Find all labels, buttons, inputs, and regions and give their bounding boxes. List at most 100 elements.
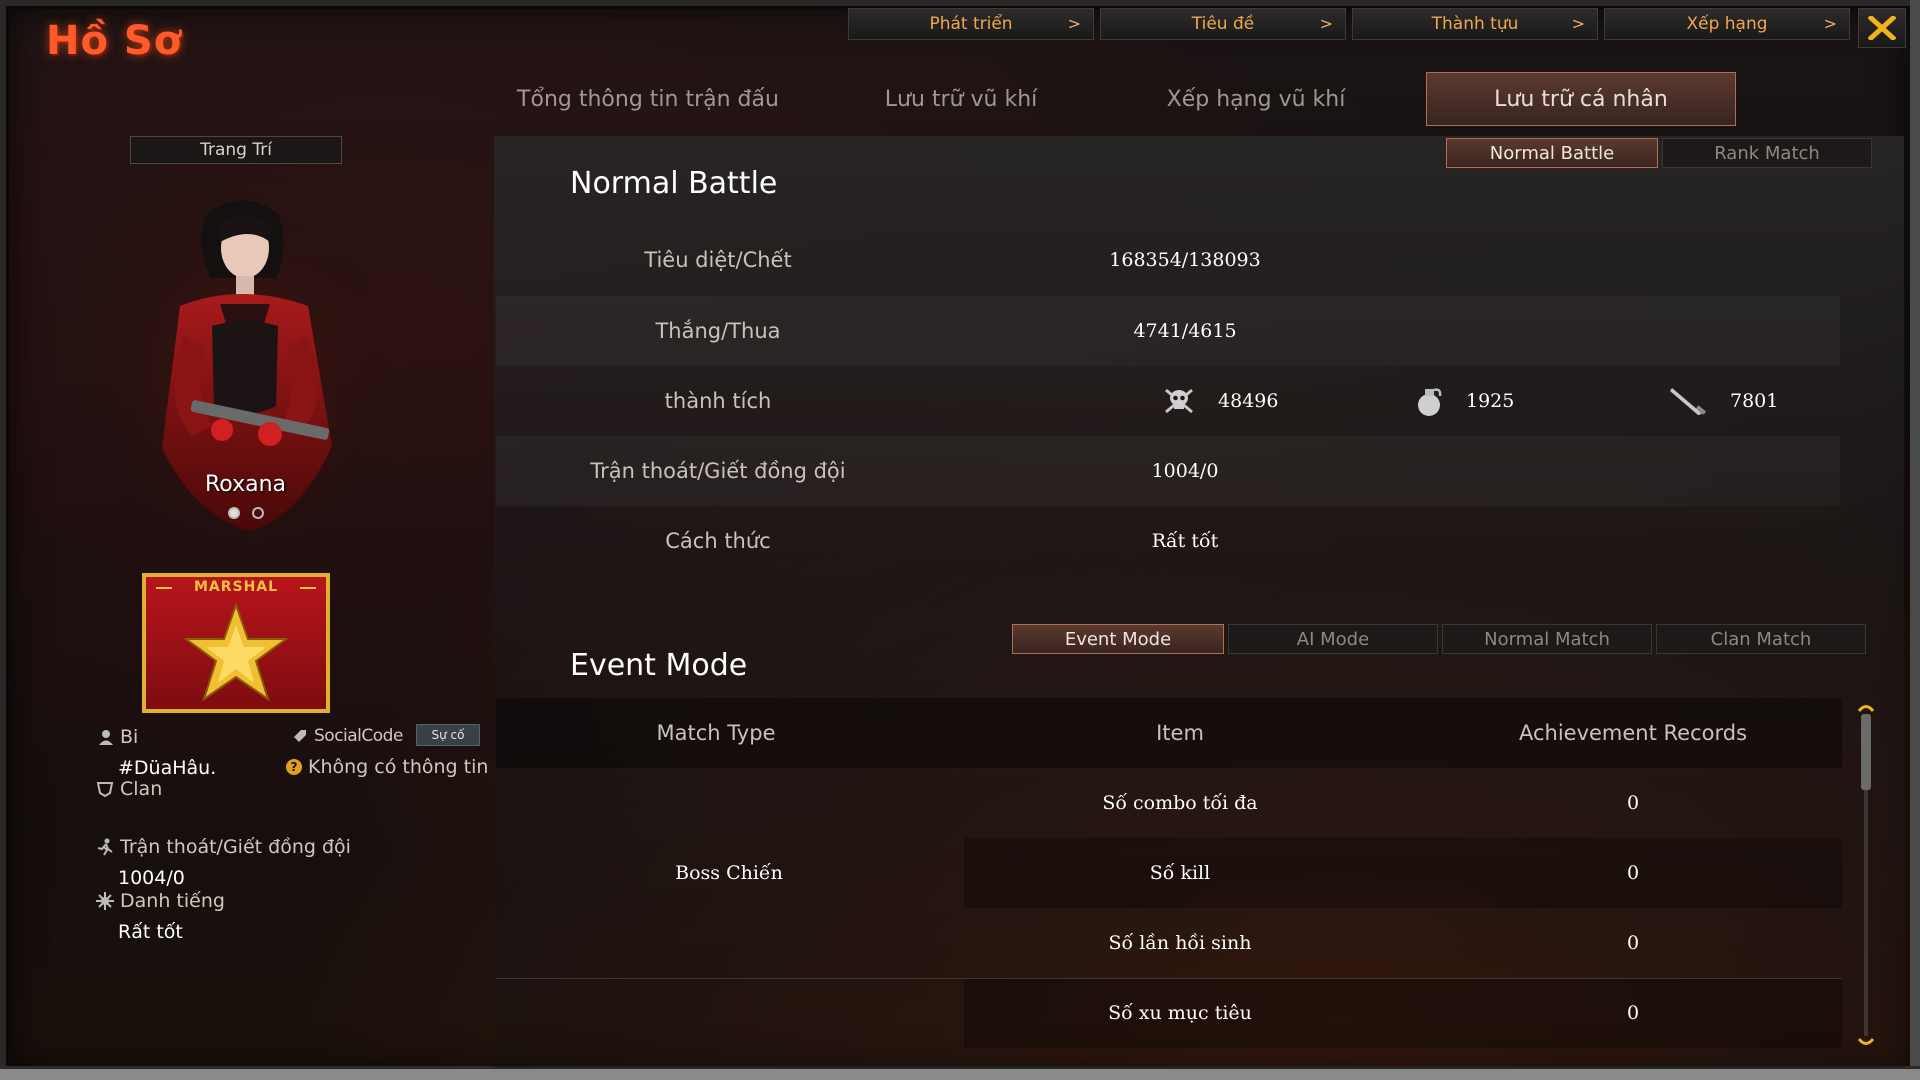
rank-badge-line-right: [300, 587, 316, 589]
grenade-icon: [1418, 388, 1442, 416]
stat-value: Rất tốt: [1151, 530, 1219, 552]
stat-row: Thắng/Thua 4741/4615: [496, 296, 1840, 366]
stat-label: thành tích: [664, 389, 772, 413]
stat-label: Trận thoát/Giết đồng đội: [590, 459, 846, 483]
rank-badge: MARSHAL: [142, 573, 330, 713]
tab-ai-mode[interactable]: AI Mode: [1228, 624, 1438, 654]
social-code-row: SocialCode: [292, 726, 403, 746]
normal-battle-title: Normal Battle: [570, 166, 778, 201]
top-menu-ranking[interactable]: Xếp hạng >: [1604, 8, 1850, 40]
tab-normal-battle[interactable]: Normal Battle: [1446, 138, 1658, 168]
event-item: Số combo tối đa: [1102, 792, 1258, 814]
header-achievement-records: Achievement Records: [1518, 721, 1748, 745]
knife-icon: [1670, 388, 1707, 415]
reputation-value: Rất tốt: [118, 921, 183, 943]
event-value: 0: [1626, 932, 1640, 954]
stat-row: Trận thoát/Giết đồng đội 1004/0: [496, 436, 1840, 506]
achievement-value: 7801: [1730, 390, 1779, 412]
header-match-type: Match Type: [656, 721, 776, 745]
runner-icon: [97, 838, 113, 856]
window-edge: [1910, 0, 1920, 1080]
tab-event-mode[interactable]: Event Mode: [1012, 624, 1224, 654]
tab-rank-match[interactable]: Rank Match: [1662, 138, 1872, 168]
clan-label: Clan: [120, 778, 163, 800]
top-menu-label: Thành tựu: [1431, 14, 1519, 34]
social-info-text: Không có thông tin: [308, 756, 489, 778]
stat-row-achievements: thành tích 48496 1925 7801: [496, 366, 1840, 436]
tab-battle-summary[interactable]: Tổng thông tin trận đấu: [470, 72, 826, 126]
rank-label: MARSHAL: [193, 579, 279, 595]
tab-normal-match[interactable]: Normal Match: [1442, 624, 1652, 654]
achievement-knife: 7801: [1668, 366, 1778, 436]
stat-label: Tiêu diệt/Chết: [644, 248, 792, 272]
rank-badge-line-left: [156, 587, 172, 589]
tab-clan-match[interactable]: Clan Match: [1656, 624, 1866, 654]
top-menu-achievements[interactable]: Thành tựu >: [1352, 8, 1598, 40]
social-code-icon: [294, 730, 306, 742]
close-icon: [1868, 16, 1896, 40]
event-mode-title: Event Mode: [570, 648, 748, 683]
player-name: #DüaHâu.: [118, 757, 217, 779]
main-tabs: Tổng thông tin trận đấu Lưu trữ vũ khí X…: [470, 72, 1736, 126]
clan-icon: [96, 782, 114, 797]
scroll-thumb[interactable]: [1861, 714, 1871, 790]
social-code-label: SocialCode: [314, 726, 403, 746]
stat-label: Cách thức: [665, 529, 771, 553]
social-info-row: ? Không có thông tin: [286, 756, 488, 778]
character-carousel: [228, 507, 264, 519]
event-table-scrollbar[interactable]: [1856, 700, 1876, 1050]
event-mode-tabs: Event Mode AI Mode Normal Match Clan Mat…: [1012, 624, 1866, 654]
report-button[interactable]: Sự cố: [416, 724, 480, 746]
chevron-right-icon: >: [1067, 14, 1081, 33]
stat-value: 4741/4615: [1133, 320, 1237, 342]
stat-value: 168354/138093: [1109, 249, 1261, 271]
name-label: Bi: [120, 726, 139, 748]
decorate-button[interactable]: Trang Trí: [130, 136, 342, 164]
chevron-right-icon: >: [1571, 14, 1585, 33]
chevron-right-icon: >: [1823, 14, 1837, 33]
desert-value: 1004/0: [118, 867, 185, 889]
match-type-cell: Boss Chiến: [675, 862, 783, 884]
character-name: Roxana: [205, 472, 287, 497]
chevron-down-icon[interactable]: [1856, 1036, 1876, 1050]
tab-weapon-ranking[interactable]: Xếp hạng vũ khí: [1096, 72, 1416, 126]
player-name-row: Bi: [98, 726, 138, 748]
achievement-kills: 48496: [1162, 366, 1278, 436]
rank-star-icon: [182, 603, 290, 702]
page-title: Hồ Sơ: [46, 18, 183, 64]
chevron-right-icon: >: [1319, 14, 1333, 33]
tab-weapon-archive[interactable]: Lưu trữ vũ khí: [826, 72, 1096, 126]
carousel-dot[interactable]: [252, 507, 264, 519]
window-bottom-edge: [0, 1066, 1920, 1080]
event-table-header: Match Type Item Achievement Records: [496, 698, 1842, 768]
reputation-row: Danh tiếng: [96, 890, 225, 912]
close-button[interactable]: [1858, 8, 1906, 48]
achievement-value: 48496: [1218, 390, 1279, 412]
skull-crossbones-icon: [1165, 388, 1193, 414]
event-value: 0: [1626, 792, 1640, 814]
event-value: 0: [1626, 862, 1640, 884]
stat-label: Thắng/Thua: [655, 319, 781, 343]
top-menu-development[interactable]: Phát triển >: [848, 8, 1094, 40]
reputation-label: Danh tiếng: [120, 890, 225, 912]
top-menu-label: Tiêu đề: [1191, 14, 1255, 34]
stat-row: Tiêu diệt/Chết 168354/138093: [496, 225, 1840, 295]
top-menu-label: Phát triển: [929, 14, 1013, 34]
event-value: 0: [1626, 1002, 1640, 1024]
achievement-value: 1925: [1466, 390, 1515, 412]
chevron-up-icon[interactable]: [1856, 700, 1876, 714]
desert-row: Trận thoát/Giết đồng đội: [96, 836, 351, 858]
top-menu-titles[interactable]: Tiêu đề >: [1100, 8, 1346, 40]
event-item: Số kill: [1149, 862, 1211, 884]
battle-mode-tabs: Normal Battle Rank Match: [1446, 138, 1872, 168]
achievement-grenade: 1925: [1414, 366, 1514, 436]
question-icon[interactable]: ?: [286, 759, 302, 775]
carousel-dot-active[interactable]: [228, 507, 240, 519]
header-item: Item: [1156, 721, 1204, 745]
reputation-icon: [96, 892, 114, 910]
top-menu-label: Xếp hạng: [1686, 14, 1768, 34]
event-item: Số xu mục tiêu: [1108, 1002, 1252, 1024]
desert-label: Trận thoát/Giết đồng đội: [120, 836, 351, 858]
event-item: Số lần hồi sinh: [1108, 932, 1252, 954]
tab-personal-archive[interactable]: Lưu trữ cá nhân: [1426, 72, 1736, 126]
